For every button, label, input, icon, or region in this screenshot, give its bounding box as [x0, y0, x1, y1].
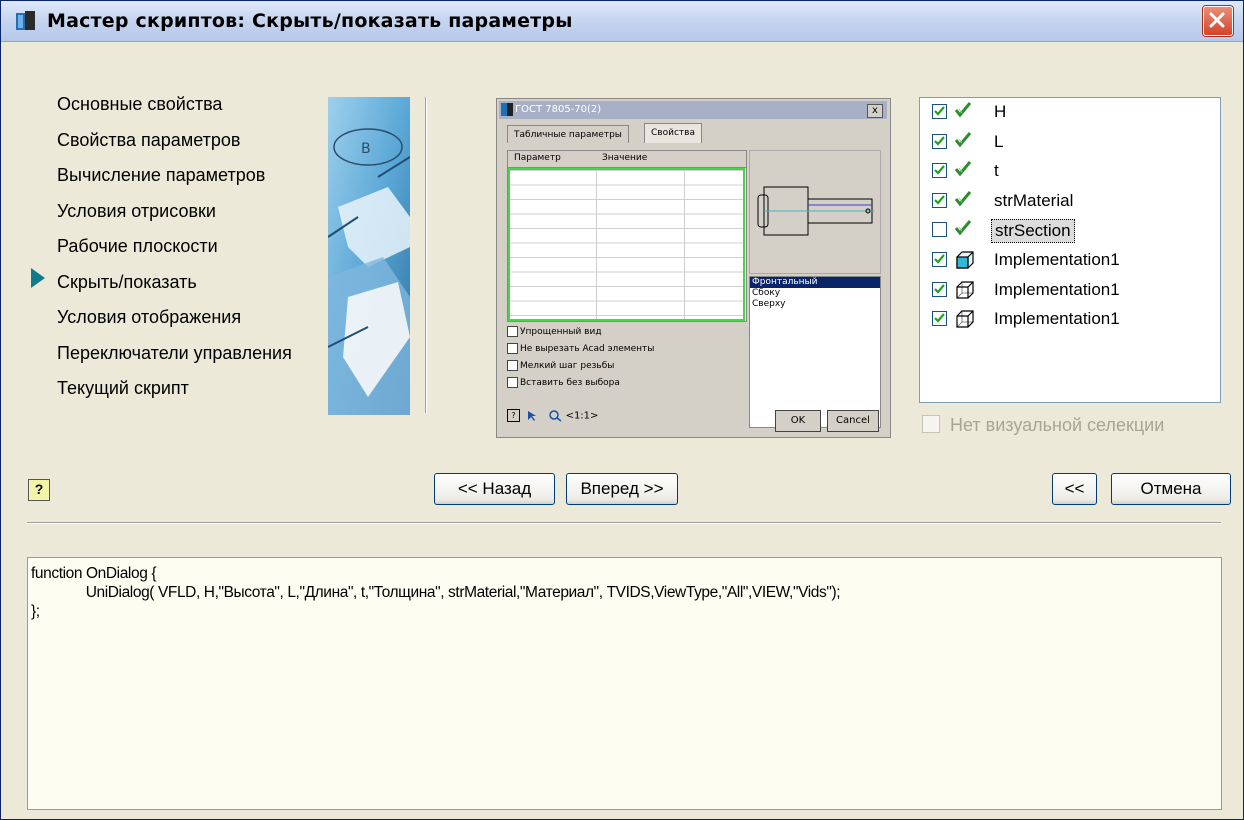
preview-zoom-icon — [549, 409, 562, 422]
step-item[interactable]: Рабочие плоскости — [57, 231, 327, 267]
parameter-label: Implementation1 — [994, 279, 1120, 299]
preview-option: Мелкий шаг резьбы — [507, 358, 747, 375]
preview-bolt-drawing — [749, 150, 881, 274]
parameter-row[interactable]: strSection — [932, 217, 1212, 245]
wizard-window: Мастер скриптов: Скрыть/показать парамет… — [0, 0, 1244, 820]
app-icon — [16, 11, 35, 30]
check-mark-icon — [954, 131, 972, 154]
script-editor[interactable]: function OnDialog { UniDialog( VFLD, H,"… — [27, 557, 1222, 810]
parameter-checkbox[interactable] — [932, 281, 947, 297]
check-mark-icon — [954, 190, 972, 213]
dialog-preview: ГОСТ 7805-70(2) x Табличные параметры Св… — [496, 98, 891, 438]
decorative-side-image: B — [328, 97, 410, 415]
check-mark-icon — [954, 101, 972, 124]
parameter-checkbox[interactable] — [932, 133, 947, 149]
step-item[interactable]: Основные свойства — [57, 89, 327, 125]
title-bar: Мастер скриптов: Скрыть/показать парамет… — [1, 1, 1243, 42]
preview-tab-properties: Свойства — [644, 123, 702, 143]
preview-cursor-icon — [528, 410, 537, 421]
cube-solid-icon — [954, 249, 976, 276]
help-button[interactable]: ? — [28, 479, 50, 501]
preview-cancel-button: Cancel — [827, 410, 879, 432]
check-mark-icon — [954, 160, 972, 183]
preview-ok-button: OK — [775, 410, 821, 432]
parameters-list[interactable]: H Lt strMaterial strSection Implementation1 I… — [919, 97, 1221, 403]
preview-scale: <1:1> — [565, 410, 599, 422]
steps-list: Основные свойства Свойства параметров Вы… — [57, 89, 327, 409]
preview-tab-table: Табличные параметры — [507, 125, 629, 143]
preview-option: Упрощенный вид — [507, 324, 747, 341]
close-button[interactable] — [1203, 6, 1233, 36]
preview-view-item: Фронтальный — [750, 277, 880, 288]
back-button[interactable]: << Назад — [434, 473, 555, 505]
script-line: function OnDialog { — [31, 565, 157, 582]
parameter-checkbox[interactable] — [932, 252, 947, 267]
step-item[interactable]: Условия отрисовки — [57, 196, 327, 232]
parameter-row[interactable]: Implementation1 — [932, 306, 1212, 334]
step-item[interactable]: Свойства параметров — [57, 125, 327, 161]
preview-option: Не вырезать Acad элементы — [507, 341, 747, 358]
preview-help-icon: ? — [507, 409, 520, 422]
preview-grid-body — [508, 168, 745, 321]
bolt-icon — [757, 186, 874, 236]
parameter-label: t — [994, 161, 999, 181]
preview-option: Вставить без выбора — [507, 375, 747, 392]
preview-parameter-grid: Параметр Значение — [507, 150, 747, 322]
script-line: }; — [31, 603, 40, 620]
step-item[interactable]: Условия отображения — [57, 302, 327, 338]
svg-text:B: B — [361, 141, 371, 157]
preview-toolbar: ? <1:1> — [507, 409, 598, 422]
script-line: UniDialog( VFLD, H,"Высота", L,"Длина", … — [31, 584, 841, 601]
cube-wire-icon — [954, 279, 976, 306]
parameter-checkbox[interactable] — [932, 311, 947, 327]
no-visual-selection-checkbox[interactable]: Нет визуальной селекции — [922, 415, 1164, 436]
preview-title: ГОСТ 7805-70(2) — [515, 104, 602, 115]
parameter-checkbox[interactable] — [932, 222, 947, 238]
step-item[interactable]: Текущий скрипт — [57, 373, 327, 409]
step-item-current[interactable]: Скрыть/показать — [57, 267, 327, 303]
preview-app-icon — [501, 103, 513, 116]
parameter-label: strMaterial — [994, 190, 1074, 210]
parameter-label: Implementation1 — [994, 309, 1120, 329]
preview-close-icon: x — [867, 104, 883, 118]
parameter-row[interactable]: Implementation1 — [932, 247, 1212, 275]
current-step-arrow-icon — [31, 268, 45, 288]
parameter-row[interactable]: t — [932, 158, 1212, 186]
parameter-label: L — [994, 131, 1004, 151]
preview-grid-header: Параметр Значение — [508, 151, 746, 168]
preview-title-bar: ГОСТ 7805-70(2) x — [499, 101, 887, 119]
parameter-row[interactable]: Implementation1 — [932, 277, 1212, 305]
preview-options: Упрощенный вид Не вырезать Acad элементы… — [507, 324, 747, 392]
no-visual-selection-box[interactable] — [922, 415, 940, 433]
step-item[interactable]: Переключатели управления — [57, 338, 327, 374]
no-visual-selection-label: Нет визуальной селекции — [950, 415, 1165, 435]
preview-view-item: Сверху — [752, 299, 786, 309]
next-button[interactable]: Вперед >> — [566, 473, 678, 505]
window-title: Мастер скриптов: Скрыть/показать парамет… — [47, 10, 573, 32]
collapse-button[interactable]: << — [1052, 473, 1097, 505]
parameter-row[interactable]: L — [932, 129, 1212, 157]
parameter-label: Implementation1 — [994, 250, 1120, 269]
parameter-row[interactable]: strMaterial — [932, 188, 1212, 216]
parameter-label: strSection — [991, 219, 1075, 244]
parameter-checkbox[interactable] — [932, 163, 947, 179]
preview-views-list: Фронтальный Сбоку Сверху — [749, 276, 881, 428]
preview-column-param: Параметр — [514, 153, 561, 163]
check-mark-icon — [954, 219, 972, 242]
parameter-checkbox[interactable] — [932, 104, 947, 119]
cancel-button[interactable]: Отмена — [1111, 473, 1231, 505]
parameter-label: H — [994, 102, 1007, 121]
close-icon — [1209, 12, 1225, 28]
step-item[interactable]: Вычисление параметров — [57, 160, 327, 196]
preview-column-value: Значение — [602, 153, 648, 163]
preview-view-item: Сбоку — [752, 288, 781, 298]
cube-wire-icon — [954, 308, 976, 335]
horizontal-divider — [27, 522, 1221, 524]
parameter-row[interactable]: H — [932, 99, 1212, 127]
parameter-checkbox[interactable] — [932, 192, 947, 208]
vertical-divider — [425, 97, 427, 413]
